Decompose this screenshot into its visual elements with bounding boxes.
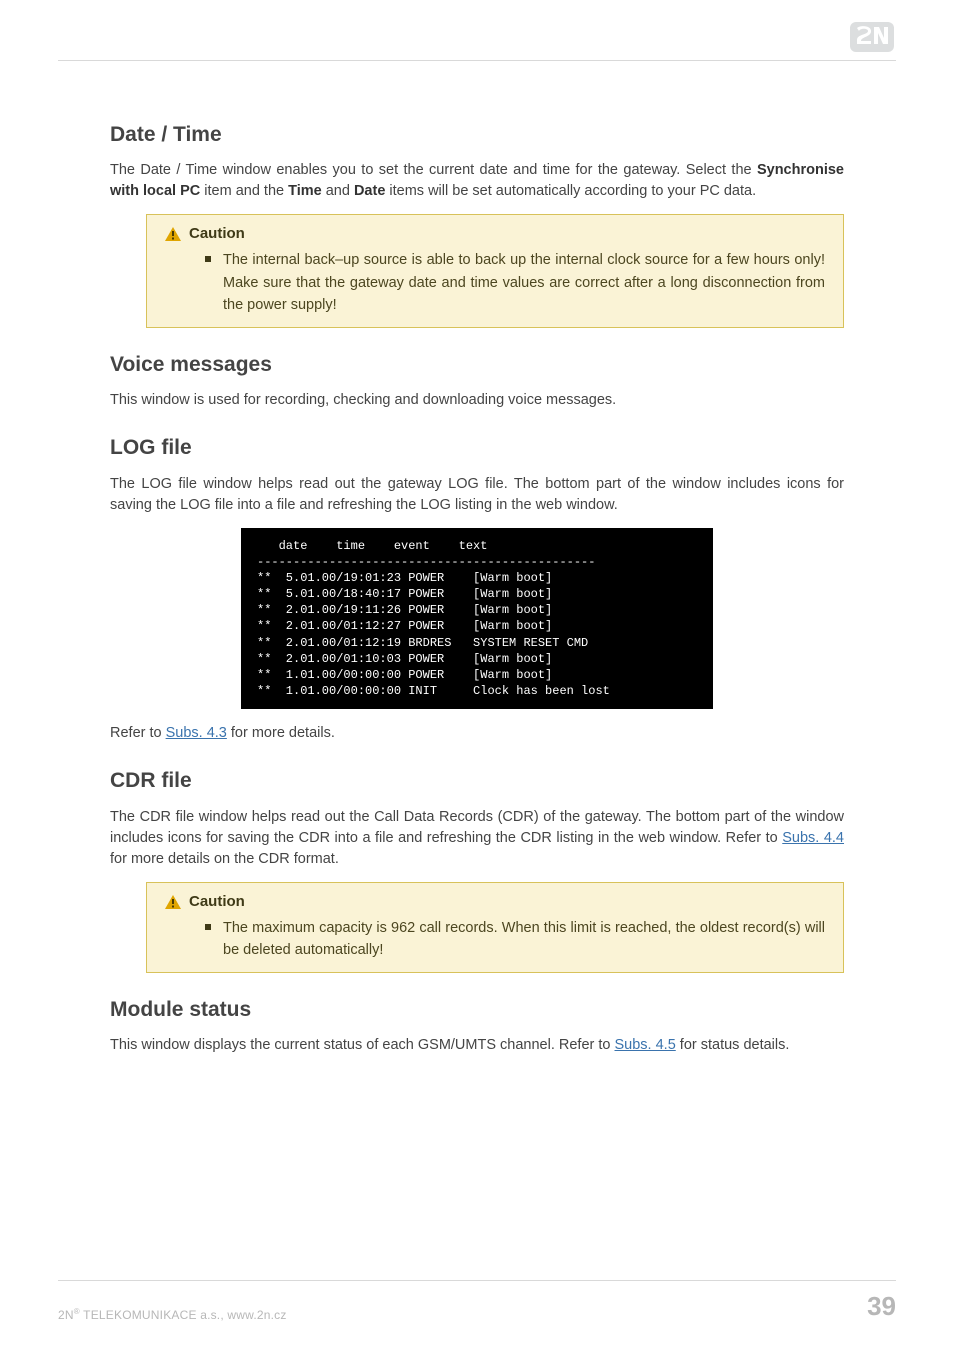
heading-module-status: Module status	[110, 995, 844, 1025]
heading-voice-messages: Voice messages	[110, 350, 844, 380]
text: for status details.	[676, 1037, 790, 1053]
text: item and the	[200, 183, 288, 199]
para-log-refer: Refer to Subs. 4.3 for more details.	[110, 723, 844, 744]
bold-time: Time	[288, 183, 322, 199]
link-subs-4-3[interactable]: Subs. 4.3	[166, 725, 227, 741]
page-footer: 2N® TELEKOMUNIKACE a.s., www.2n.cz 39	[58, 1280, 896, 1322]
top-separator	[58, 60, 896, 61]
caution-title-row: Caution	[165, 891, 825, 913]
caution-title: Caution	[189, 223, 245, 245]
text: Refer to	[110, 725, 166, 741]
text: for more details on the CDR format.	[110, 851, 339, 867]
footer-company: 2N® TELEKOMUNIKACE a.s., www.2n.cz	[58, 1307, 287, 1322]
text: and	[322, 183, 354, 199]
caution-cdr-file: Caution The maximum capacity is 962 call…	[146, 882, 844, 973]
caution-date-time: Caution The internal back–up source is a…	[146, 214, 844, 327]
heading-cdr-file: CDR file	[110, 766, 844, 796]
para-log-file: The LOG file window helps read out the g…	[110, 474, 844, 516]
footer-company-pre: 2N	[58, 1308, 74, 1322]
content-body: Date / Time The Date / Time window enabl…	[110, 120, 844, 1056]
text: items will be set automatically accordin…	[385, 183, 756, 199]
link-subs-4-4[interactable]: Subs. 4.4	[782, 830, 844, 846]
text: This window displays the current status …	[110, 1037, 615, 1053]
heading-log-file: LOG file	[110, 433, 844, 463]
text: The Date / Time window enables you to se…	[110, 162, 757, 178]
caution-body: The maximum capacity is 962 call records…	[205, 917, 825, 962]
page-number: 39	[867, 1291, 896, 1322]
bold-date: Date	[354, 183, 385, 199]
para-voice-messages: This window is used for recording, check…	[110, 390, 844, 411]
brand-logo	[850, 22, 894, 52]
warning-icon	[165, 895, 181, 909]
page: Date / Time The Date / Time window enabl…	[0, 0, 954, 1350]
heading-date-time: Date / Time	[110, 120, 844, 150]
text: for more details.	[227, 725, 335, 741]
caution-body: The internal back–up source is able to b…	[205, 249, 825, 316]
warning-icon	[165, 227, 181, 241]
para-module-status: This window displays the current status …	[110, 1035, 844, 1056]
caution-title-row: Caution	[165, 223, 825, 245]
footer-company-post: TELEKOMUNIKACE a.s., www.2n.cz	[80, 1308, 287, 1322]
caution-title: Caution	[189, 891, 245, 913]
text: The CDR file window helps read out the C…	[110, 809, 844, 846]
para-date-time: The Date / Time window enables you to se…	[110, 160, 844, 202]
link-subs-4-5[interactable]: Subs. 4.5	[615, 1037, 676, 1053]
para-cdr-file: The CDR file window helps read out the C…	[110, 807, 844, 870]
log-terminal: date time event text -------------------…	[241, 528, 713, 710]
